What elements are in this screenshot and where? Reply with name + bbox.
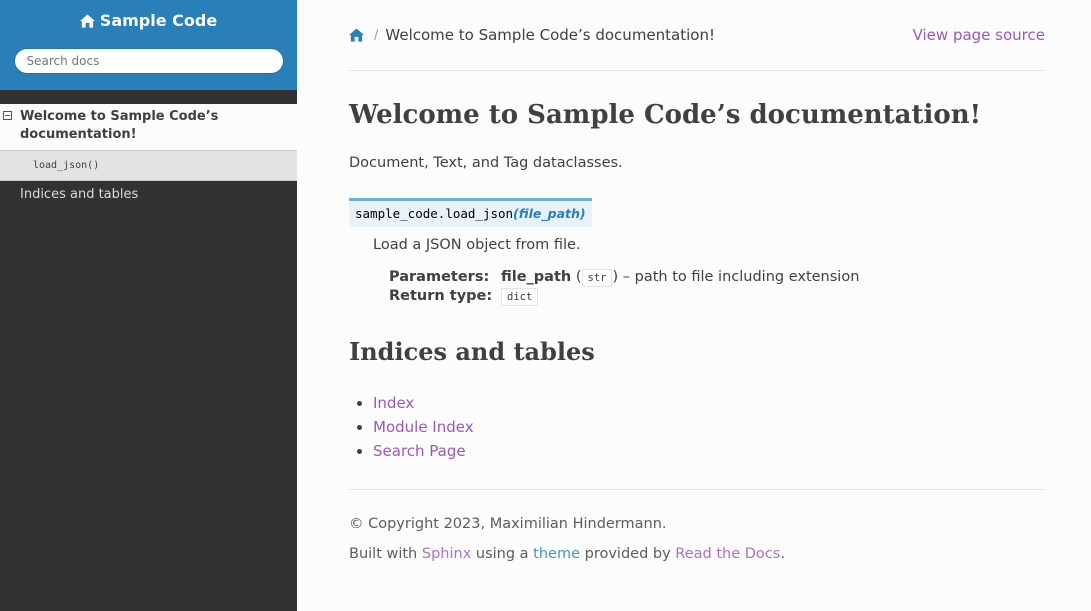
section-title: Indices and tables bbox=[349, 337, 595, 366]
signature-param: file_path bbox=[518, 206, 580, 221]
read-the-docs-link[interactable]: Read the Docs bbox=[675, 546, 780, 562]
home-icon[interactable] bbox=[349, 28, 364, 42]
copyright-text: © Copyright 2023, Maximilian Hindermann. bbox=[349, 516, 667, 532]
project-home-link[interactable]: Sample Code bbox=[79, 11, 218, 30]
return-type-value: dict bbox=[501, 288, 859, 307]
using-a-label: using a bbox=[471, 546, 534, 562]
toggle-collapse-icon[interactable] bbox=[3, 111, 12, 120]
return-type-label: Return type: bbox=[389, 288, 493, 304]
sidebar-item-load-json[interactable]: load_json() bbox=[0, 150, 297, 181]
sidebar-item-label: load_json() bbox=[33, 160, 100, 171]
param-open: ( bbox=[575, 269, 582, 285]
list-item: Index bbox=[373, 391, 1045, 415]
field-list: Parameters: file_path (str) – path to fi… bbox=[389, 269, 859, 307]
breadcrumb-separator: / bbox=[374, 27, 379, 43]
built-with-text: Built with Sphinx using a theme provided… bbox=[349, 546, 1045, 562]
search-page-link[interactable]: Search Page bbox=[373, 442, 466, 460]
period: . bbox=[780, 546, 785, 562]
parameters-row: Parameters: file_path (str) – path to fi… bbox=[389, 269, 859, 288]
parameters-value: file_path (str) – path to file including… bbox=[501, 269, 859, 288]
main-content: / Welcome to Sample Code’s documentation… bbox=[349, 0, 1045, 562]
theme-link[interactable]: theme bbox=[533, 546, 580, 562]
description-text: Load a JSON object from file. bbox=[373, 237, 581, 253]
sidebar: Sample Code Welcome to Sample Code’s doc… bbox=[0, 0, 297, 611]
home-icon bbox=[79, 13, 95, 28]
index-list: Index Module Index Search Page bbox=[349, 391, 1045, 463]
parameters-label: Parameters: bbox=[389, 269, 490, 285]
sidebar-header: Sample Code bbox=[0, 0, 297, 90]
view-source-link[interactable]: View page source bbox=[913, 26, 1045, 44]
sidebar-item-label: Welcome to Sample Code’s documentation! bbox=[20, 109, 219, 142]
sphinx-link[interactable]: Sphinx bbox=[422, 546, 471, 562]
signature-module: sample_code. bbox=[355, 206, 446, 221]
provided-by-label: provided by bbox=[580, 546, 676, 562]
footer-divider bbox=[349, 489, 1045, 490]
sidebar-nav: Welcome to Sample Code’s documentation! … bbox=[0, 90, 297, 208]
signature-name: load_json bbox=[445, 206, 514, 221]
index-link[interactable]: Index bbox=[373, 394, 414, 412]
page-title: Welcome to Sample Code’s documentation! bbox=[349, 100, 982, 130]
intro-text: Document, Text, and Tag dataclasses. bbox=[349, 155, 623, 171]
return-type-row: Return type: dict bbox=[389, 288, 859, 307]
function-signature: sample_code.load_json(file_path) bbox=[349, 198, 592, 227]
sidebar-item-welcome[interactable]: Welcome to Sample Code’s documentation! bbox=[0, 104, 297, 150]
param-desc: – path to file including extension bbox=[618, 269, 860, 285]
function-description: Load a JSON object from file. Parameters… bbox=[373, 237, 1045, 307]
search-input[interactable] bbox=[13, 47, 284, 74]
param-name: file_path bbox=[501, 269, 572, 285]
module-index-link[interactable]: Module Index bbox=[373, 418, 474, 436]
sidebar-item-label: Indices and tables bbox=[20, 187, 139, 202]
built-with-label: Built with bbox=[349, 546, 422, 562]
list-item: Module Index bbox=[373, 415, 1045, 439]
signature-close-paren: ) bbox=[579, 206, 586, 221]
breadcrumb: / Welcome to Sample Code’s documentation… bbox=[349, 0, 1045, 71]
project-name: Sample Code bbox=[99, 11, 218, 30]
list-item: Search Page bbox=[373, 439, 1045, 463]
breadcrumb-current: Welcome to Sample Code’s documentation! bbox=[385, 26, 715, 44]
return-type: dict bbox=[501, 288, 539, 306]
sidebar-item-indices[interactable]: Indices and tables bbox=[0, 181, 297, 208]
param-type: str bbox=[581, 269, 613, 287]
